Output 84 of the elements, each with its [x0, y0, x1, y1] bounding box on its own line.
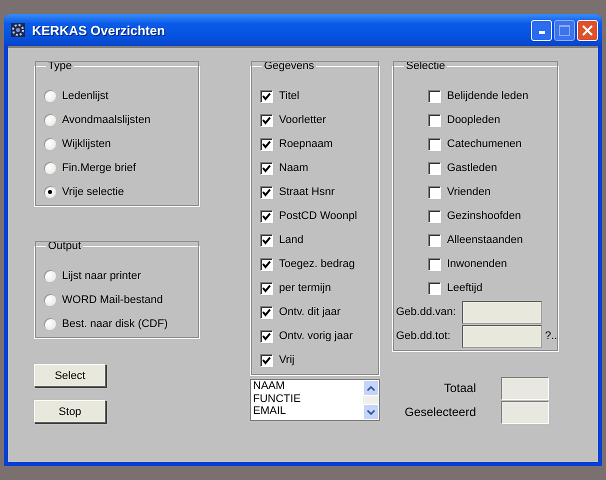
checkbox-label[interactable]: Gezinshoofden: [447, 210, 521, 222]
field-listbox[interactable]: NAAM FUNCTIE EMAIL: [250, 379, 380, 421]
checkbox[interactable]: [260, 234, 273, 246]
radio-button[interactable]: [44, 270, 56, 282]
action-button[interactable]: Stop: [34, 400, 106, 423]
group-title: Selectie: [405, 60, 446, 72]
checkbox-label[interactable]: Toegez. bedrag: [279, 258, 355, 270]
checkbox-label[interactable]: Land: [279, 234, 304, 246]
checkbox-label[interactable]: Voorletter: [279, 114, 326, 126]
checkbox[interactable]: [260, 306, 273, 318]
radio-label[interactable]: Wijklijsten: [62, 138, 111, 150]
action-button[interactable]: Select: [34, 364, 106, 387]
radio-button[interactable]: [44, 138, 56, 150]
group-title: Output: [47, 240, 82, 252]
checkbox-label[interactable]: Naam: [279, 162, 308, 174]
close-icon: [582, 24, 593, 36]
radio-button[interactable]: [44, 294, 56, 306]
close-button[interactable]: [577, 20, 598, 40]
checkbox-label[interactable]: Inwonenden: [447, 258, 507, 270]
radio-button[interactable]: [44, 90, 56, 102]
minimize-button[interactable]: [531, 20, 552, 40]
checkbox-label[interactable]: Vrienden: [447, 186, 491, 198]
field-suffix: ?..: [545, 330, 558, 342]
checkbox-label[interactable]: Titel: [279, 90, 300, 102]
checkbox-label[interactable]: Straat Hsnr: [279, 186, 335, 198]
scroll-up-icon[interactable]: [363, 380, 379, 396]
checkbox-label[interactable]: Leeftijd: [447, 282, 482, 294]
total-field[interactable]: [501, 400, 549, 424]
checkbox-label[interactable]: per termijn: [279, 282, 331, 294]
total-field[interactable]: [501, 376, 549, 400]
checkbox-label[interactable]: Doopleden: [447, 114, 500, 126]
checkbox[interactable]: [260, 138, 273, 150]
checkbox[interactable]: [428, 138, 441, 150]
checkbox[interactable]: [260, 186, 273, 198]
checkbox-label[interactable]: Vrij: [279, 354, 294, 366]
checkbox-label[interactable]: Ontv. dit jaar: [279, 306, 341, 318]
checkbox[interactable]: [428, 186, 441, 198]
group-title: Gegevens: [263, 60, 316, 72]
checkbox[interactable]: [260, 354, 273, 366]
checkbox[interactable]: [260, 90, 273, 102]
radio-label[interactable]: WORD Mail-bestand: [62, 294, 163, 306]
radio-button[interactable]: [44, 318, 56, 330]
radio-button[interactable]: [44, 114, 56, 126]
window-title: KERKAS Overzichten: [32, 22, 166, 38]
list-item[interactable]: EMAIL: [253, 405, 363, 418]
total-label: Geselecteerd: [404, 405, 476, 419]
radio-label[interactable]: Avondmaalslijsten: [62, 114, 150, 126]
checkbox[interactable]: [260, 282, 273, 294]
field-label: Geb.dd.tot:: [396, 330, 452, 342]
checkbox[interactable]: [428, 90, 441, 102]
app-icon: [10, 22, 26, 38]
radio-label[interactable]: Lijst naar printer: [62, 270, 141, 282]
checkbox[interactable]: [428, 234, 441, 246]
list-item[interactable]: FUNCTIE: [253, 392, 363, 405]
radio-label[interactable]: Vrije selectie: [62, 186, 124, 198]
radio-label[interactable]: Ledenlijst: [62, 90, 108, 102]
checkbox-label[interactable]: Gastleden: [447, 162, 498, 174]
checkbox[interactable]: [260, 330, 273, 342]
checkbox[interactable]: [260, 114, 273, 126]
checkbox-label[interactable]: Roepnaam: [279, 138, 333, 150]
maximize-icon: [559, 24, 570, 36]
list-item[interactable]: NAAM: [253, 380, 363, 392]
radio-label[interactable]: Fin.Merge brief: [62, 162, 136, 174]
checkbox-label[interactable]: Belijdende leden: [447, 90, 528, 102]
checkbox-label[interactable]: Alleenstaanden: [447, 234, 523, 246]
checkbox[interactable]: [260, 162, 273, 174]
scroll-down-icon[interactable]: [363, 404, 379, 420]
checkbox[interactable]: [428, 282, 441, 294]
checkbox-label[interactable]: Catechumenen: [447, 138, 522, 150]
radio-button[interactable]: [44, 162, 56, 174]
checkbox-label[interactable]: PostCD Woonpl: [279, 210, 358, 222]
radio-label[interactable]: Best. naar disk (CDF): [62, 318, 168, 330]
date-to-field[interactable]: [462, 324, 542, 348]
date-from-field[interactable]: [462, 300, 542, 324]
total-label: Totaal: [444, 381, 476, 395]
checkbox[interactable]: [428, 114, 441, 126]
checkbox-label[interactable]: Ontv. vorig jaar: [279, 330, 353, 342]
checkbox[interactable]: [260, 258, 273, 270]
checkbox[interactable]: [428, 210, 441, 222]
checkbox[interactable]: [260, 210, 273, 222]
radio-button[interactable]: [44, 186, 56, 198]
checkbox[interactable]: [428, 162, 441, 174]
field-label: Geb.dd.van:: [396, 306, 457, 318]
checkbox[interactable]: [428, 258, 441, 270]
